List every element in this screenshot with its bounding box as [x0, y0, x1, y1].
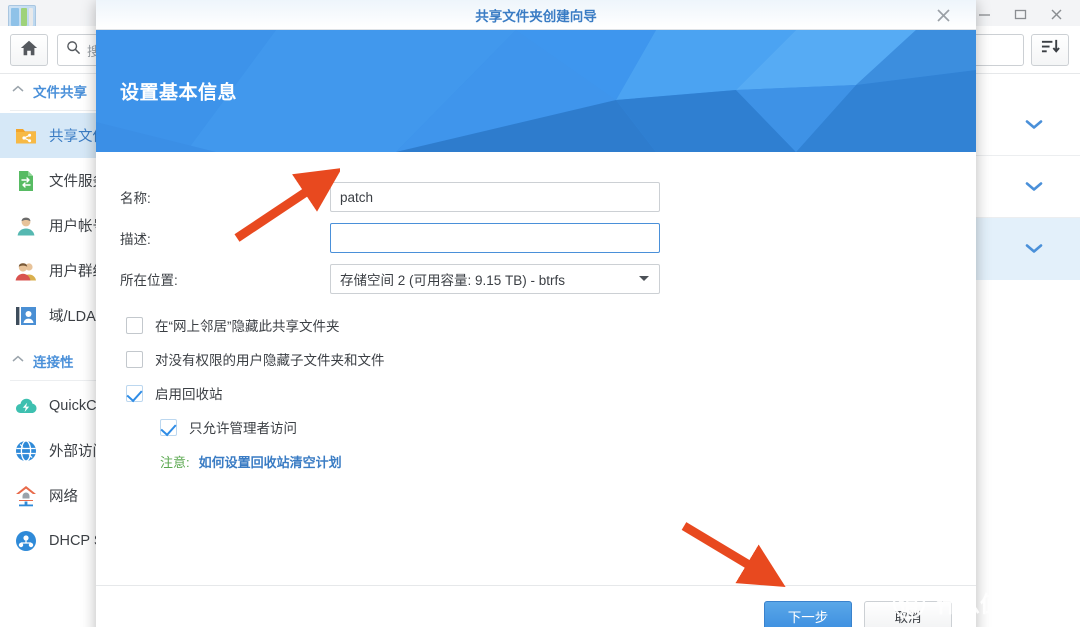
sort-descending-icon [1041, 38, 1060, 62]
shared-folder-icon [14, 124, 38, 148]
external-access-icon [14, 439, 38, 463]
sidebar-item-label: 网络 [49, 489, 78, 505]
checkbox-enable-recycle-bin[interactable] [126, 384, 143, 402]
next-button[interactable]: 下一步 [764, 600, 852, 627]
home-icon [20, 39, 38, 62]
checkbox-row-admin-only-access[interactable]: 只允许管理者访问 [160, 410, 952, 444]
form-row-location: 所在位置: 存储空间 2 (可用容量: 9.15 TB) - btrfs [120, 262, 952, 296]
home-button[interactable] [10, 34, 48, 66]
chevron-down-icon[interactable] [1024, 177, 1044, 197]
chevron-down-icon[interactable] [1024, 115, 1044, 135]
checkbox-hide-in-network-neighborhood[interactable] [126, 316, 143, 334]
form-row-description: 描述: [120, 221, 952, 255]
close-icon[interactable] [928, 0, 958, 30]
location-label: 所在位置: [120, 273, 178, 288]
location-select[interactable]: 存储空间 2 (可用容量: 9.15 TB) - btrfs [330, 264, 660, 294]
chevron-up-icon [12, 84, 24, 96]
maximize-icon[interactable] [1002, 3, 1038, 25]
checkbox-label: 在“网上邻居”隐藏此共享文件夹 [155, 319, 340, 334]
checkbox-label: 对没有权限的用户隐藏子文件夹和文件 [155, 353, 385, 368]
checkbox-admin-only-access[interactable] [160, 418, 177, 436]
checkbox-row-hide-unauthorized[interactable]: 对没有权限的用户隐藏子文件夹和文件 [126, 342, 952, 376]
checkbox-row-enable-recycle-bin[interactable]: 启用回收站 [126, 376, 952, 410]
chevron-down-icon[interactable] [1024, 239, 1044, 259]
window-controls [966, 3, 1074, 25]
name-input-value: patch [340, 189, 374, 205]
description-label: 描述: [120, 232, 151, 247]
dialog-banner: 设置基本信息 [96, 30, 976, 152]
name-input[interactable]: patch [330, 182, 660, 212]
dhcp-server-icon [14, 529, 38, 553]
checkbox-label: 启用回收站 [155, 387, 223, 402]
banner-heading: 设置基本信息 [120, 82, 238, 104]
cancel-button[interactable]: 取消 [864, 600, 952, 627]
file-service-icon [14, 169, 38, 193]
description-input[interactable] [330, 223, 660, 253]
user-group-icon [14, 259, 38, 283]
screen-root: 搜索 文件共享 [0, 0, 1080, 627]
dialog-title: 共享文件夹创建向导 [475, 8, 597, 24]
recycle-bin-note: 注意: 如何设置回收站清空计划 [160, 452, 952, 471]
checkbox-label: 只允许管理者访问 [189, 421, 297, 436]
dialog-footer: 下一步 取消 [96, 585, 976, 627]
quickconnect-icon [14, 394, 38, 418]
sidebar-group-label: 连接性 [33, 355, 74, 370]
close-icon[interactable] [1038, 3, 1074, 25]
caret-down-icon [638, 274, 650, 285]
form-row-name: 名称: patch [120, 180, 952, 214]
note-label: 注意: [160, 455, 190, 470]
recycle-bin-schedule-link[interactable]: 如何设置回收站清空计划 [199, 452, 342, 471]
network-icon [14, 484, 38, 508]
dialog-body: 名称: patch 描述: 所在位置: 存储空间 2 (可用容量: 9.15 T… [96, 152, 976, 585]
checkbox-hide-unauthorized[interactable] [126, 350, 143, 368]
sidebar-group-label: 文件共享 [33, 85, 87, 100]
sort-button[interactable] [1031, 34, 1069, 66]
location-select-value: 存储空间 2 (可用容量: 9.15 TB) - btrfs [340, 273, 566, 288]
dialog-titlebar: 共享文件夹创建向导 [96, 0, 976, 30]
name-label: 名称: [120, 191, 151, 206]
chevron-up-icon [12, 354, 24, 366]
domain-ldap-icon [14, 304, 38, 328]
shared-folder-wizard-dialog: 共享文件夹创建向导 设置基本信息 名称: patch 描述: 所在位置: 存储空… [96, 0, 976, 627]
checkbox-row-hide-in-network-neighborhood[interactable]: 在“网上邻居”隐藏此共享文件夹 [126, 308, 952, 342]
search-icon [66, 40, 81, 60]
user-account-icon [14, 214, 38, 238]
